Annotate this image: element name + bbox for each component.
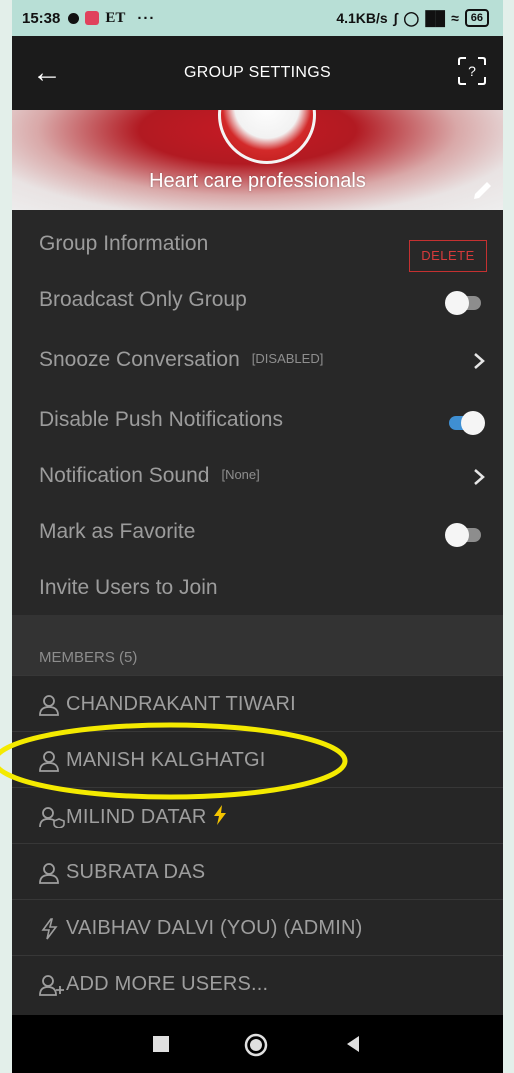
member-name: VAIBHAV DALVI (YOU) (ADMIN) [66,917,363,939]
snooze-conversation-row[interactable]: Snooze Conversation [DISABLED] [12,334,503,390]
add-person-icon [39,975,64,996]
system-nav-bar [12,1015,503,1073]
member-name: MILIND DATAR [66,805,227,829]
broadcast-only-toggle[interactable] [445,288,485,316]
mark-favorite-label: Mark as Favorite [39,520,196,543]
app-header: ← GROUP SETTINGS ? [12,36,503,110]
back-triangle-icon[interactable] [342,1033,364,1055]
signal-icon: ██ [425,10,446,26]
group-information-row[interactable]: Group Information DELETE [12,218,503,274]
chevron-right-icon [474,469,485,485]
members-list: CHANDRAKANT TIWARI MANISH KALGHATGI MILI… [12,675,503,1015]
mark-favorite-toggle[interactable] [445,520,485,548]
et-app-icon: ET [105,9,126,26]
group-photo [218,110,316,164]
home-circle-icon[interactable] [244,1033,268,1057]
app-notification-icon [85,11,100,25]
person-icon [39,695,59,716]
phone-screen: 15:38 ET ··· 4.1KB/s ∫ ◯ ██ ≈ 66 ← GROUP… [12,0,503,1073]
wifi-icon: ≈ [451,10,459,26]
toggle-knob [461,411,485,435]
invite-users-row[interactable]: Invite Users to Join [12,562,503,618]
network-speed: 4.1KB/s [336,10,388,26]
member-row[interactable]: VAIBHAV DALVI (YOU) (ADMIN) [12,899,503,956]
pencil-edit-icon[interactable] [471,178,495,202]
toggle-knob [445,523,469,547]
invite-users-label: Invite Users to Join [39,576,218,599]
member-name: MANISH KALGHATGI [66,749,266,771]
group-name: Heart care professionals [149,170,366,192]
members-count-label: MEMBERS (5) [39,649,138,666]
add-more-users-label: ADD MORE USERS... [66,973,269,995]
members-header: MEMBERS (5) [12,615,503,675]
notification-sound-value: [None] [221,467,260,482]
member-name: CHANDRAKANT TIWARI [66,693,296,715]
chevron-right-icon [474,353,485,369]
recents-square-icon[interactable] [150,1033,172,1055]
member-row[interactable]: CHANDRAKANT TIWARI [12,675,503,732]
notification-sound-label: Notification Sound [None] [39,464,260,488]
person-shield-icon [39,807,65,828]
disable-push-row[interactable]: Disable Push Notifications [12,394,503,450]
broadcast-only-label: Broadcast Only Group [39,288,247,311]
toggle-knob [445,291,469,315]
broadcast-only-row[interactable]: Broadcast Only Group [12,274,503,330]
status-time: 15:38 [22,9,61,27]
settings-list: Group Information DELETE Broadcast Only … [12,210,503,615]
mark-favorite-row[interactable]: Mark as Favorite [12,506,503,562]
member-name-text: MILIND DATAR [66,806,207,828]
notification-sound-row[interactable]: Notification Sound [None] [12,450,503,506]
lightning-bolt-icon [213,805,226,825]
bolt-outline-icon [41,918,58,940]
person-icon [39,751,59,772]
member-name: SUBRATA DAS [66,861,206,883]
disable-push-toggle[interactable] [445,408,485,436]
group-information-label: Group Information [39,232,209,255]
page-title: GROUP SETTINGS [183,64,332,81]
status-right: 4.1KB/s ∫ ◯ ██ ≈ 66 [336,9,489,27]
group-banner: Heart care professionals [12,110,503,210]
member-row[interactable]: MANISH KALGHATGI [12,731,503,788]
battery-icon: 66 [464,9,489,27]
scan-qr-icon[interactable]: ? [457,56,487,86]
alarm-icon: ◯ [403,9,420,26]
snooze-status: [DISABLED] [251,351,324,366]
notification-dot-icon [68,12,80,24]
add-more-users-row[interactable]: ADD MORE USERS... [12,955,503,1012]
notification-sound-text: Notification Sound [39,464,210,487]
person-icon [39,863,59,884]
status-bar: 15:38 ET ··· 4.1KB/s ∫ ◯ ██ ≈ 66 [12,0,503,36]
delete-button[interactable]: DELETE [409,240,487,272]
more-notifications-icon: ··· [137,9,156,27]
snooze-conversation-label: Snooze Conversation [DISABLED] [39,348,323,372]
svg-text:?: ? [468,63,476,79]
member-row[interactable]: SUBRATA DAS [12,843,503,900]
bluetooth-icon: ∫ [393,10,398,26]
member-row[interactable]: MILIND DATAR [12,787,503,844]
disable-push-label: Disable Push Notifications [39,408,283,431]
snooze-text: Snooze Conversation [39,348,240,371]
